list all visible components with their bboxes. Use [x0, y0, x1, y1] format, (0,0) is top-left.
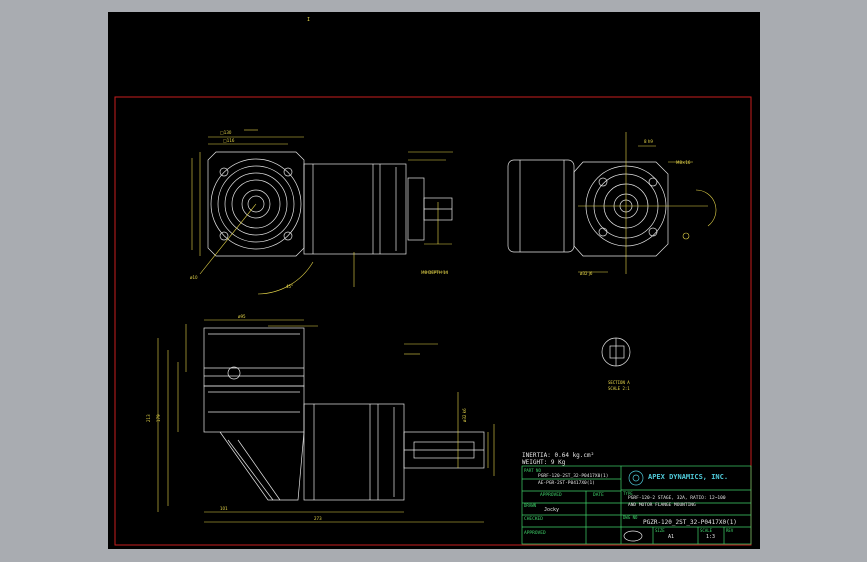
approved-label: APPROVED [540, 493, 562, 498]
svg-text:45°: 45° [286, 284, 293, 289]
svg-text:ø10: ø10 [190, 275, 198, 280]
top-mark: I [307, 17, 310, 23]
date-label: DATE [593, 493, 604, 498]
svg-text:ø32 j6: ø32 j6 [580, 271, 593, 276]
drawn-label: DRAWN [524, 503, 537, 508]
dims-front: □130 □116 ø10 45° M8 DEPTH 14 [190, 129, 453, 295]
view-side [507, 159, 669, 257]
section-a-label: SECTION A [608, 380, 630, 385]
size-value: A1 [668, 534, 675, 540]
rev-label: REV [726, 528, 734, 533]
svg-text:273: 273 [314, 516, 322, 521]
view-section [203, 327, 485, 501]
dwg-no-label: DWG NO [623, 515, 638, 520]
svg-text:□130: □130 [220, 130, 232, 135]
company-name: APEX DYNAMICS, INC. [648, 473, 729, 481]
dwg-no: PGZR-120_2ST_32-P0417X0(1) [643, 519, 737, 526]
svg-text:M8×16: M8×16 [676, 160, 691, 165]
checked-label: CHECKED [524, 517, 543, 522]
part-no-line2: AE-PGR-2ST-P0417X0(1) [538, 481, 595, 486]
section-a-scale: SCALE 2:1 [608, 386, 630, 391]
svg-text:ø32 k6: ø32 k6 [462, 408, 467, 422]
type-line2: AND MOTOR FLANGE MOUNTING [628, 503, 696, 508]
part-no-label: PART NO [524, 468, 541, 473]
svg-text:179: 179 [156, 414, 161, 422]
view-front [207, 151, 453, 257]
drawing-canvas: I □130 □116 ø10 45° M8 DEPTH 14 8 h9 M8×… [114, 17, 752, 546]
scale-label: SCALE [700, 528, 713, 533]
dims-side: 8 h9 M8×16 ø32 j6 [578, 132, 717, 276]
weight-note: WEIGHT: 9 Kg [522, 459, 566, 466]
cad-viewport[interactable]: I □130 □116 ø10 45° M8 DEPTH 14 8 h9 M8×… [108, 12, 760, 549]
scale-value: 1:3 [706, 534, 716, 540]
type-line1: PGRF-120-2 STAGE, 32A, RATIO: 12~100 [628, 496, 726, 501]
svg-text:ø95: ø95 [238, 314, 246, 319]
svg-text:M8 DEPTH 14: M8 DEPTH 14 [421, 270, 449, 275]
drawn-value: Jocky [544, 507, 560, 513]
detail-section-a [601, 337, 631, 367]
size-label: SIZE [655, 528, 665, 533]
svg-text:□116: □116 [223, 138, 235, 143]
svg-text:8 h9: 8 h9 [644, 139, 653, 144]
part-no-line1: PGRF-120-2ST_32-P0417X0(1) [538, 474, 609, 479]
svg-text:101: 101 [220, 506, 228, 511]
dims-section: 213 179 101 273 ø95 ø32 k6 [146, 314, 495, 523]
svg-text:213: 213 [146, 414, 151, 422]
approved2-label: APPROVED [524, 531, 546, 536]
